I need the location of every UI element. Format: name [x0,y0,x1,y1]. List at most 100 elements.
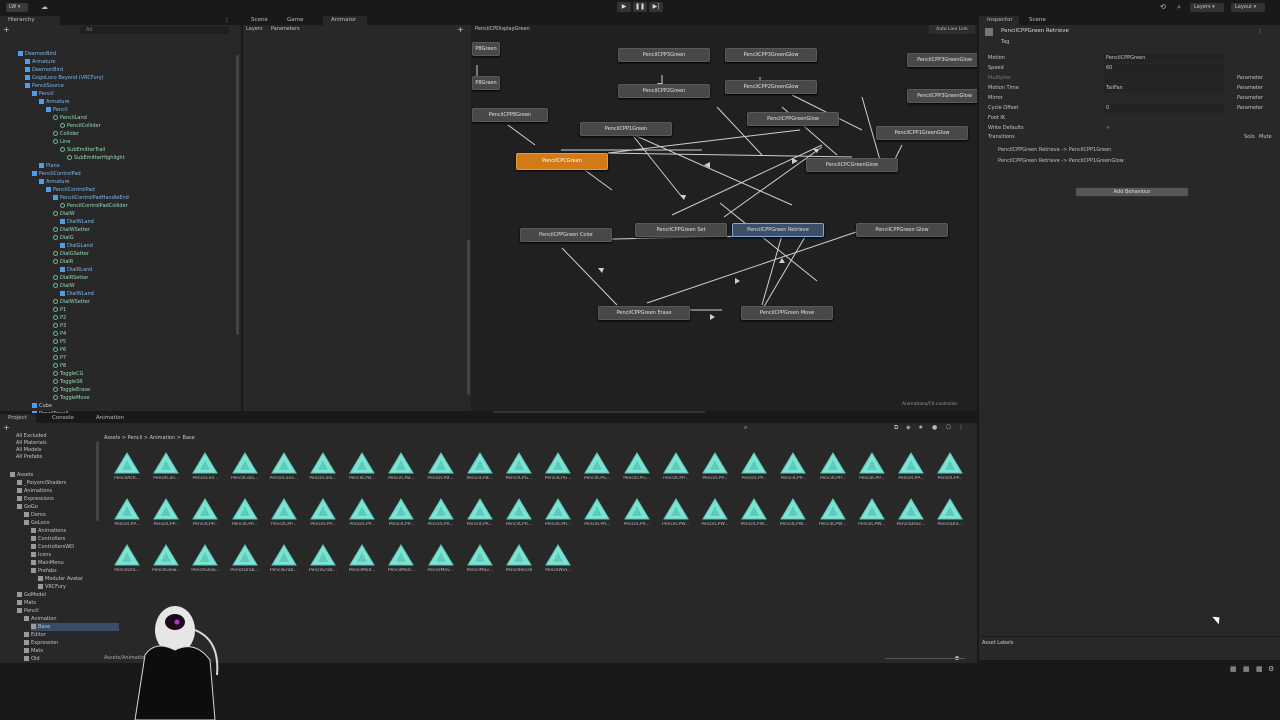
inspector-field-value[interactable] [1104,74,1224,83]
animation-clip-asset[interactable]: PencilCPP... [386,498,416,538]
hierarchy-row[interactable]: SubEmitterTrail [60,146,105,154]
inspector-title[interactable]: PencilCPPGreen Retrieve [1001,28,1069,34]
hierarchy-row[interactable]: P5 [53,338,66,346]
animation-clip-asset[interactable]: PencilColo... [308,452,338,492]
breadcrumb-assets[interactable]: Assets [104,435,120,441]
folder-item[interactable]: Controllers [31,535,65,543]
state-node[interactable]: PencilCPPGreen Erase [598,306,690,320]
hierarchy-row[interactable]: PencilControlPad [46,186,95,194]
hierarchy-row[interactable]: DialGLand [60,242,93,250]
animation-clip-asset[interactable]: PencilCPP... [857,452,887,492]
animation-clip-asset[interactable]: PencilCPR... [504,498,534,538]
transition-row[interactable]: PencilCPPGreen Retrieve -> PencilCPP1Gre… [998,146,1278,155]
hierarchy-row[interactable]: Plane [39,162,60,170]
tab-inspector-scene[interactable]: Scene [1021,16,1055,25]
animation-clip-asset[interactable]: PencilErab... [308,544,338,584]
favorite-icon[interactable]: ★ [918,423,923,432]
hierarchy-row[interactable]: DialWLand [60,218,94,226]
add-parameter-icon[interactable]: + [457,25,464,34]
state-node[interactable]: PencilCPPGreen Set [635,223,727,237]
tab-animation[interactable]: Animation [88,414,136,423]
account-dropdown[interactable]: LW ▾ [6,3,28,12]
hierarchy-row[interactable]: Pencil [46,106,68,114]
state-node[interactable]: PencilCPP3GreenGlow [725,48,817,62]
hierarchy-row[interactable]: DialGSetter [53,250,89,258]
folder-item[interactable]: Icons [31,551,51,559]
state-node[interactable]: PencilCPPGreen Move [741,306,833,320]
folder-item[interactable]: Assets [10,471,33,479]
animation-clip-asset[interactable]: PencilDra... [935,498,965,538]
animation-clip-asset[interactable]: PencilErab... [269,544,299,584]
parameter-toggle-label[interactable]: Parameter [1237,94,1263,103]
folder-item[interactable]: Mats [17,599,36,607]
state-node[interactable]: PencilCPP1Green [580,122,672,136]
status-warning-icon[interactable]: ▦ [1230,665,1237,674]
layers-dropdown[interactable]: Layers ▾ [1190,3,1224,12]
animation-clip-asset[interactable]: PencilGlow... [190,544,220,584]
folder-item[interactable]: Modular Avatar [38,575,83,583]
project-add-icon[interactable]: + [3,424,10,432]
animation-clip-asset[interactable]: PencilDrab... [230,544,260,584]
folder-item[interactable]: GoLoco [24,519,50,527]
hierarchy-row[interactable]: GogoLoco Beyond (VRCFury) [25,74,104,82]
folder-item[interactable]: GoModel [17,591,46,599]
tab-scene[interactable]: Scene [243,16,277,25]
pause-button[interactable]: ❚❚ [633,2,647,12]
animation-clip-asset[interactable]: PencilCPP... [308,498,338,538]
hierarchy-row[interactable]: DialW [53,282,75,290]
hierarchy-row[interactable]: DialR [53,258,73,266]
folder-item[interactable]: VRCFury [38,583,66,591]
project-search-input[interactable]: ⌕ [740,424,890,432]
animation-clip-asset[interactable]: PencilCPW... [739,498,769,538]
animation-clip-asset[interactable]: PencilActi... [112,452,142,492]
hierarchy-row[interactable]: Pencil [32,90,54,98]
hierarchy-row[interactable]: DeemonBird [18,50,56,58]
lock-icon[interactable]: ⎔ [946,423,951,432]
folder-item[interactable]: ControllersWD [31,543,74,551]
hierarchy-row[interactable]: DialWSetter [53,298,90,306]
hierarchy-row[interactable]: SubEmitterHighlight [67,154,125,162]
hierarchy-row[interactable]: Collider [53,130,79,138]
state-node[interactable]: P8Green [472,42,500,56]
folder-item[interactable]: Old [24,655,40,663]
breadcrumb-pencil[interactable]: Pencil [128,435,143,441]
layout-dropdown[interactable]: Layout ▾ [1231,3,1265,12]
state-node[interactable]: PencilCPP1GreenGlow [876,126,968,140]
folder-item[interactable]: Base [31,623,119,631]
hierarchy-row[interactable]: Armature [39,98,69,106]
folder-item[interactable]: _PoiyomiShaders [17,479,66,487]
inspector-field-value[interactable]: ✓ [1104,124,1224,133]
filter-label-icon[interactable]: ◈ [906,423,911,432]
hierarchy-row[interactable]: P3 [53,322,66,330]
animation-clip-asset[interactable]: PencilGlow... [151,544,181,584]
tab-inspector[interactable]: Inspector [979,16,1019,25]
animation-clip-asset[interactable]: PencilCPG... [504,452,534,492]
animation-clip-asset[interactable]: PencilCPP... [778,452,808,492]
hierarchy-row[interactable]: PencilSource [25,82,64,90]
inspector-field-value[interactable] [1104,94,1224,103]
favorite-item[interactable]: All Prefabs [16,453,42,461]
folder-item[interactable]: Editor [24,631,46,639]
parameter-toggle-label[interactable]: Parameter [1237,104,1263,113]
animation-clip-asset[interactable]: PencilColl... [151,452,181,492]
tab-layers[interactable]: Layers [246,25,263,34]
animation-clip-asset[interactable]: PencilCPP... [700,452,730,492]
hierarchy-row[interactable]: DialRLand [60,266,92,274]
hierarchy-row[interactable]: Cube [32,402,52,410]
hierarchy-row[interactable]: Armature [39,178,69,186]
animation-clip-asset[interactable]: PencilCPR... [622,498,652,538]
status-progress-icon[interactable]: ▦ [1256,665,1263,674]
hierarchy-row[interactable]: P8 [53,362,66,370]
hierarchy-row[interactable]: DeemonBird [25,66,63,74]
animation-clip-asset[interactable]: PencilColo... [230,452,260,492]
hierarchy-row[interactable]: P7 [53,354,66,362]
animation-clip-asset[interactable]: PencilCPP... [347,498,377,538]
animation-clip-asset[interactable]: PencilCPB... [465,452,495,492]
state-node[interactable]: PencilCPCGreenGlow [806,158,898,172]
inspector-field-value[interactable] [1104,114,1224,123]
hierarchy-row[interactable]: ToggleMove [53,394,90,402]
status-info-icon[interactable]: ▦ [1243,665,1250,674]
animation-clip-asset[interactable]: PencilCPP... [269,498,299,538]
tab-parameters[interactable]: Parameters [271,25,300,34]
folder-item[interactable]: Demo [24,511,46,519]
